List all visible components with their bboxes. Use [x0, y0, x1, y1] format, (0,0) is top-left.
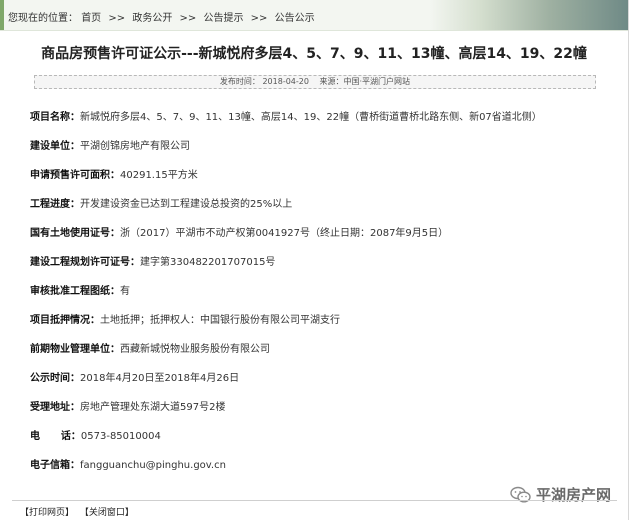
- field-value: 土地抵押；抵押权人：中国银行股份有限公司平湖支行: [100, 315, 340, 326]
- field-label: 电 话：: [30, 431, 81, 442]
- breadcrumb-link-home[interactable]: 首页: [81, 13, 101, 24]
- close-window-button[interactable]: 【关闭窗口】: [80, 508, 134, 518]
- breadcrumb-link-gov-open[interactable]: 政务公开: [132, 13, 172, 24]
- print-page-button[interactable]: 【打印网页】: [20, 508, 74, 518]
- field-value: 新城悦府多层4、5、7、9、11、13幢、高层14、19、22幢（曹桥街道曹桥北…: [80, 112, 542, 123]
- footer-divider: [12, 500, 617, 501]
- field-address: 受理地址：房地产管理处东湖大道597号2楼: [30, 398, 225, 413]
- field-project-name: 项目名称：新城悦府多层4、5、7、9、11、13幢、高层14、19、22幢（曹桥…: [30, 108, 542, 123]
- breadcrumb-bar: 您现在的位置： 首页 >> 政务公开 >> 公告提示 >> 公告公示: [0, 0, 628, 31]
- page-frame: 您现在的位置： 首页 >> 政务公开 >> 公告提示 >> 公告公示 商品房预售…: [0, 0, 629, 520]
- field-label: 申请预售许可面积：: [30, 170, 120, 181]
- field-label: 建设工程规划许可证号：: [30, 257, 140, 268]
- field-label: 工程进度：: [30, 199, 80, 210]
- field-public-period: 公示时间：2018年4月20日至2018年4月26日: [30, 369, 239, 384]
- footer-actions: 【打印网页】 【关闭窗口】: [20, 505, 137, 518]
- field-label: 建设单位：: [30, 141, 80, 152]
- field-value: 2018年4月20日至2018年4月26日: [80, 373, 240, 384]
- breadcrumb-prefix: 您现在的位置：: [8, 13, 78, 24]
- breadcrumb-separator: >>: [179, 13, 197, 24]
- field-property-management: 前期物业管理单位：西藏新城悦物业服务股份有限公司: [30, 340, 270, 355]
- field-value: 开发建设资金已达到工程建设总投资的25%以上: [80, 199, 293, 210]
- breadcrumb-separator: >>: [108, 13, 126, 24]
- field-value: 西藏新城悦物业服务股份有限公司: [120, 344, 270, 355]
- field-value: 平湖创锦房地产有限公司: [80, 141, 190, 152]
- field-phone: 电 话：0573-85010004: [30, 427, 161, 442]
- breadcrumb-link-notices[interactable]: 公告提示: [203, 13, 243, 24]
- field-approved-drawings: 审核批准工程图纸：有: [30, 282, 130, 297]
- page-title: 商品房预售许可证公示---新城悦府多层4、5、7、9、11、13幢、高层14、1…: [41, 46, 587, 62]
- field-value: 0573-85010004: [80, 431, 161, 442]
- field-label: 项目名称：: [30, 112, 80, 123]
- field-value: 建字第330482201707015号: [140, 257, 276, 268]
- field-label: 公示时间：: [30, 373, 80, 384]
- field-label: 电子信箱：: [30, 460, 80, 471]
- field-value: 房地产管理处东湖大道597号2楼: [80, 402, 226, 413]
- publish-time: 发布时间： 2018-04-20: [219, 77, 309, 86]
- field-progress: 工程进度：开发建设资金已达到工程建设总投资的25%以上: [30, 195, 292, 210]
- field-land-certificate: 国有土地使用证号：浙（2017）平湖市不动产权第0041927号（终止日期：20…: [30, 224, 448, 239]
- breadcrumb-accent: [0, 0, 4, 30]
- field-email: 电子信箱：fangguanchu@pinghu.gov.cn: [30, 456, 226, 471]
- breadcrumb: 您现在的位置： 首页 >> 政务公开 >> 公告提示 >> 公告公示: [8, 9, 315, 24]
- article-source: 来源：中国·平湖门户网站: [319, 77, 411, 86]
- field-value: fangguanchu@pinghu.gov.cn: [80, 460, 226, 471]
- field-value: 浙（2017）平湖市不动产权第0041927号（终止日期：2087年9月5日）: [120, 228, 449, 239]
- field-mortgage: 项目抵押情况：土地抵押；抵押权人：中国银行股份有限公司平湖支行: [30, 311, 340, 326]
- field-value: 有: [120, 286, 130, 297]
- breadcrumb-separator: >>: [250, 13, 268, 24]
- field-label: 受理地址：: [30, 402, 80, 413]
- article-meta: 发布时间： 2018-04-20 来源：中国·平湖门户网站: [34, 75, 596, 89]
- header-banner-image: [430, 0, 628, 30]
- field-label: 国有土地使用证号：: [30, 228, 120, 239]
- field-planning-permit: 建设工程规划许可证号：建字第330482201707015号: [30, 253, 275, 268]
- field-developer: 建设单位：平湖创锦房地产有限公司: [30, 137, 190, 152]
- field-presale-area: 申请预售许可面积：40291.15平方米: [30, 166, 198, 181]
- field-label: 审核批准工程图纸：: [30, 286, 120, 297]
- watermark: 平湖房产网: [510, 484, 611, 505]
- watermark-text: 平湖房产网: [536, 486, 612, 504]
- field-value: 40291.15平方米: [120, 170, 198, 181]
- field-label: 前期物业管理单位：: [30, 344, 120, 355]
- field-label: 项目抵押情况：: [30, 315, 100, 326]
- breadcrumb-link-announcements[interactable]: 公告公示: [275, 13, 315, 24]
